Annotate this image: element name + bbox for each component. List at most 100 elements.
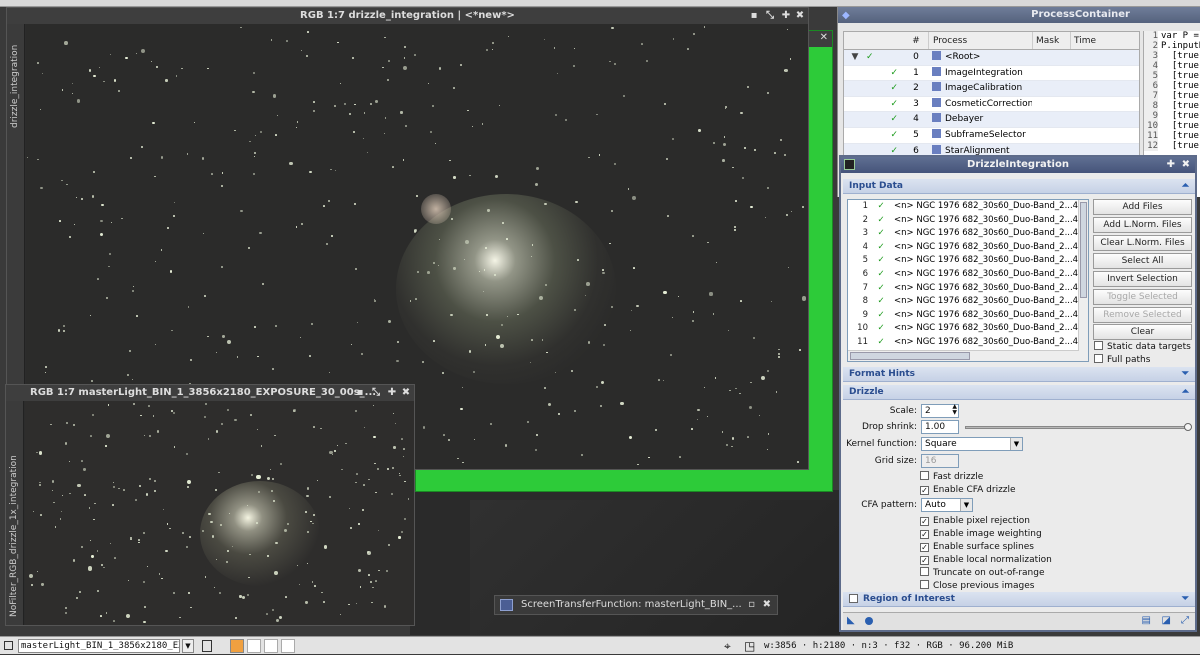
column-header[interactable]: Time <box>1070 32 1110 49</box>
checkbox-box[interactable]: ✓ <box>920 543 929 552</box>
enabled-check-icon[interactable]: ✓ <box>868 241 894 255</box>
option-checkbox[interactable]: Truncate on out-of-range <box>920 567 1045 579</box>
doc-icon[interactable]: ▤ <box>1142 615 1151 626</box>
restore-icon[interactable]: ▫ <box>748 596 755 614</box>
enabled-check-icon[interactable]: ✓ <box>866 112 904 127</box>
second-window-side-tab[interactable]: NoFilter_RGB_drizzle_1x_integration <box>6 401 24 625</box>
new-instance-icon[interactable]: ◣ <box>847 615 855 626</box>
enabled-check-icon[interactable]: ✓ <box>868 214 894 228</box>
process-container-titlebar[interactable]: ◆ ProcessContainer <box>838 7 1200 23</box>
expand-icon[interactable]: ⏷ <box>1182 367 1189 382</box>
reset-icon[interactable]: ⤢ <box>1181 615 1189 626</box>
iconize-icon[interactable]: ⤡ <box>370 385 382 401</box>
enabled-check-icon[interactable]: ✓ <box>868 295 894 309</box>
checkbox-box[interactable] <box>849 594 858 603</box>
toggle-selected-button[interactable]: Toggle Selected <box>1093 289 1192 305</box>
enable-cfa-checkbox[interactable]: ✓ Enable CFA drizzle <box>920 484 1016 496</box>
maximize-icon[interactable]: ✚ <box>780 8 792 24</box>
second-window-titlebar[interactable]: RGB 1:7 masterLight_BIN_1_3856x2180_EXPO… <box>6 385 414 401</box>
drop-shrink-field[interactable]: 1.00 <box>921 420 959 434</box>
column-header[interactable]: Process <box>928 32 1032 49</box>
close-icon[interactable]: ✕ <box>820 32 828 43</box>
enabled-check-icon[interactable]: ✓ <box>868 309 894 323</box>
checkbox-box[interactable] <box>1094 341 1103 350</box>
view-selector[interactable]: masterLight_BIN_1_3856x2180_EXF <box>18 639 180 653</box>
table-row[interactable]: ✓ 3 CosmeticCorrection <box>844 97 1139 113</box>
enabled-check-icon[interactable]: ✓ <box>868 200 894 214</box>
view-icon[interactable] <box>4 641 13 650</box>
shade-icon[interactable]: ✚ <box>1167 157 1175 173</box>
checkbox-box[interactable]: ✓ <box>920 556 929 565</box>
iconize-icon[interactable]: ⤡ <box>764 8 776 24</box>
chevron-down-icon[interactable]: ▼ <box>960 499 972 511</box>
chevron-down-icon[interactable]: ▼ <box>182 639 194 653</box>
remove-selected-button[interactable]: Remove Selected <box>1093 307 1192 323</box>
chevron-down-icon[interactable]: ▼ <box>1010 438 1022 450</box>
list-item[interactable]: 2 ✓ <n> NGC 1976 682_30s60_Duo-Band_2...41 <box>848 214 1088 228</box>
list-item[interactable]: 10 ✓ <n> NGC 1976 682_30s60_Duo-Band_2...4… <box>848 322 1088 336</box>
list-item[interactable]: 6 ✓ <n> NGC 1976 682_30s60_Duo-Band_2...41 <box>848 268 1088 282</box>
enabled-check-icon[interactable]: ✓ <box>866 97 904 112</box>
main-window-titlebar[interactable]: RGB 1:7 drizzle_integration | <*new*> ▪ … <box>7 8 808 24</box>
grid-size-spinbox[interactable]: 16 <box>921 454 959 468</box>
cfa-pattern-select[interactable]: Auto ▼ <box>921 498 973 512</box>
table-row[interactable]: ✓ 2 ImageCalibration <box>844 81 1139 97</box>
checkbox-box[interactable] <box>1094 354 1103 363</box>
page-icon[interactable] <box>202 640 212 652</box>
table-row[interactable]: ✓ 4 Debayer <box>844 112 1139 128</box>
list-item[interactable]: 9 ✓ <n> NGC 1976 682_30s60_Duo-Band_2...41 <box>848 309 1088 323</box>
checkbox-box[interactable] <box>920 471 929 480</box>
list-item[interactable]: 3 ✓ <n> NGC 1976 682_30s60_Duo-Band_2...41 <box>848 227 1088 241</box>
collapse-icon[interactable]: ⏶ <box>1182 179 1189 194</box>
enabled-check-icon[interactable]: ✓ <box>868 254 894 268</box>
section-drizzle[interactable]: Drizzle ⏶ <box>843 385 1195 400</box>
collapse-icon[interactable]: ⏶ <box>1182 385 1189 400</box>
kernel-function-select[interactable]: Square ▼ <box>921 437 1023 451</box>
enabled-check-icon[interactable]: ✓ <box>866 50 904 65</box>
drop-shrink-slider[interactable] <box>965 423 1192 431</box>
option-checkbox[interactable]: ✓ Enable surface splines <box>920 541 1034 553</box>
list-item[interactable]: 11 ✓ <n> NGC 1976 682_30s60_Duo-Band_2...4… <box>848 336 1088 350</box>
screen-transfer-function-window[interactable]: ScreenTransferFunction: masterLight_BIN_… <box>494 595 778 615</box>
preview-slot-icon[interactable] <box>281 639 295 653</box>
list-item[interactable]: 7 ✓ <n> NGC 1976 682_30s60_Duo-Band_2...41 <box>848 282 1088 296</box>
enabled-check-icon[interactable]: ✓ <box>866 66 904 81</box>
list-item[interactable]: 5 ✓ <n> NGC 1976 682_30s60_Duo-Band_2...41 <box>848 254 1088 268</box>
full-paths-checkbox[interactable]: Full paths <box>1094 354 1150 366</box>
close-icon[interactable]: ✖ <box>1182 157 1190 173</box>
section-region-of-interest[interactable]: Region of Interest ⏷ <box>843 592 1195 607</box>
preview-slot-icon[interactable] <box>247 639 261 653</box>
enabled-check-icon[interactable]: ✓ <box>868 322 894 336</box>
option-checkbox[interactable]: ✓ Enable image weighting <box>920 528 1042 540</box>
section-input-data[interactable]: Input Data ⏶ <box>843 179 1195 194</box>
checkbox-box[interactable]: ✓ <box>920 530 929 539</box>
enabled-check-icon[interactable]: ✓ <box>868 336 894 350</box>
checkbox-box[interactable] <box>920 580 929 589</box>
shade-icon[interactable]: ▪ <box>748 8 760 24</box>
table-row[interactable]: ✓ 5 SubframeSelector <box>844 128 1139 144</box>
drizzle-titlebar[interactable]: DrizzleIntegration ✚ ✖ <box>841 157 1195 173</box>
add-lnorm-files-button[interactable]: Add L.Norm. Files <box>1093 217 1192 233</box>
table-row[interactable]: ▼ ✓ 0 <Root> <box>844 50 1139 66</box>
column-header[interactable]: # <box>904 32 928 49</box>
invert-selection-button[interactable]: Invert Selection <box>1093 271 1192 287</box>
select-all-button[interactable]: Select All <box>1093 253 1192 269</box>
section-format-hints[interactable]: Format Hints ⏷ <box>843 367 1195 382</box>
fast-drizzle-checkbox[interactable]: Fast drizzle <box>920 471 983 483</box>
input-file-list[interactable]: 1 ✓ <n> NGC 1976 682_30s60_Duo-Band_2...41… <box>847 199 1089 362</box>
spin-arrows-icon[interactable]: ▲ ▼ <box>952 404 957 416</box>
checkbox-box[interactable] <box>920 567 929 576</box>
scroll-thumb[interactable] <box>1080 202 1087 298</box>
maximize-icon[interactable]: ✚ <box>386 385 398 401</box>
enabled-check-icon[interactable]: ✓ <box>866 128 904 143</box>
clear-button[interactable]: Clear <box>1093 324 1192 340</box>
scroll-thumb[interactable] <box>850 352 970 360</box>
vertical-scrollbar[interactable] <box>1078 200 1088 361</box>
option-checkbox[interactable]: ✓ Enable pixel rejection <box>920 515 1030 527</box>
checkbox-box[interactable]: ✓ <box>920 486 929 495</box>
column-header[interactable]: Mask <box>1032 32 1070 49</box>
list-item[interactable]: 4 ✓ <n> NGC 1976 682_30s60_Duo-Band_2...41 <box>848 241 1088 255</box>
process-table[interactable]: # Process Mask Time ▼ ✓ 0 <Root> ✓ 1 ImageInte… <box>843 31 1140 161</box>
second-image-window[interactable]: RGB 1:7 masterLight_BIN_1_3856x2180_EXPO… <box>5 384 415 626</box>
browse-icon[interactable]: ◪ <box>1162 615 1171 626</box>
